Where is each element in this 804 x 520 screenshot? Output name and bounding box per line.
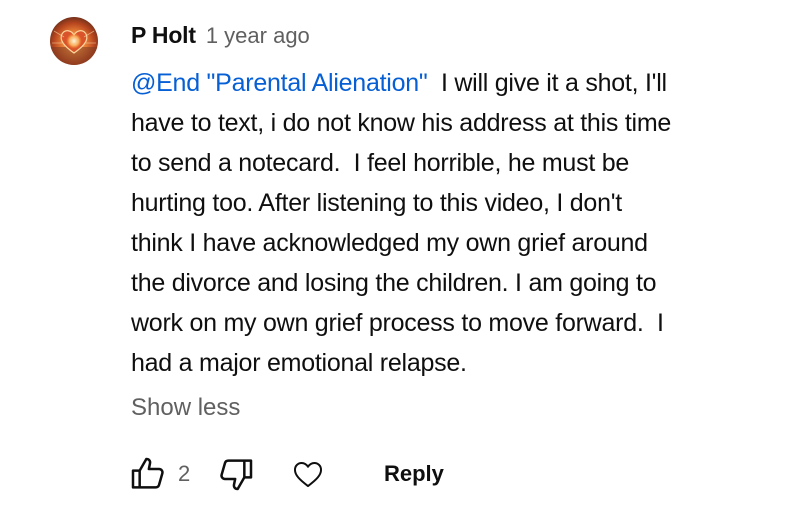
dislike-button[interactable] bbox=[214, 452, 258, 496]
like-button[interactable] bbox=[126, 452, 170, 496]
comment-line-text: I will give it a shot, I'll bbox=[427, 69, 667, 97]
avatar[interactable] bbox=[50, 17, 98, 65]
thumbs-down-icon bbox=[220, 459, 253, 491]
heart-button[interactable] bbox=[286, 452, 330, 496]
heart-icon bbox=[293, 461, 323, 488]
thumbs-up-icon bbox=[131, 457, 164, 489]
avatar-image bbox=[50, 17, 98, 65]
comment-thread: P Holt 1 year ago @End "Parental Alienat… bbox=[0, 0, 804, 520]
author-name[interactable]: P Holt bbox=[131, 22, 196, 49]
comment-line: @End "Parental Alienation" I will give i… bbox=[131, 63, 781, 103]
show-less-button[interactable]: Show less bbox=[131, 390, 240, 426]
comment-line: the divorce and losing the children. I a… bbox=[131, 269, 657, 297]
comment-action-bar: 2 Reply bbox=[126, 452, 786, 496]
comment-body: @End "Parental Alienation" I will give i… bbox=[131, 63, 781, 383]
comment-line: have to text, i do not know his address … bbox=[131, 109, 672, 137]
mention-link[interactable]: @End "Parental Alienation" bbox=[131, 69, 428, 97]
like-count: 2 bbox=[178, 461, 191, 486]
comment-line: work on my own grief process to move for… bbox=[131, 309, 664, 337]
comment-line: think I have acknowledged my own grief a… bbox=[131, 229, 648, 257]
comment-line: hurting too. After listening to this vid… bbox=[131, 189, 622, 217]
comment-line: to send a notecard. I feel horrible, he … bbox=[131, 149, 630, 177]
comment-timestamp[interactable]: 1 year ago bbox=[206, 23, 310, 49]
reply-button[interactable]: Reply bbox=[370, 452, 458, 496]
comment-header: P Holt 1 year ago bbox=[131, 22, 310, 50]
comment-line: had a major emotional relapse. bbox=[131, 349, 467, 377]
